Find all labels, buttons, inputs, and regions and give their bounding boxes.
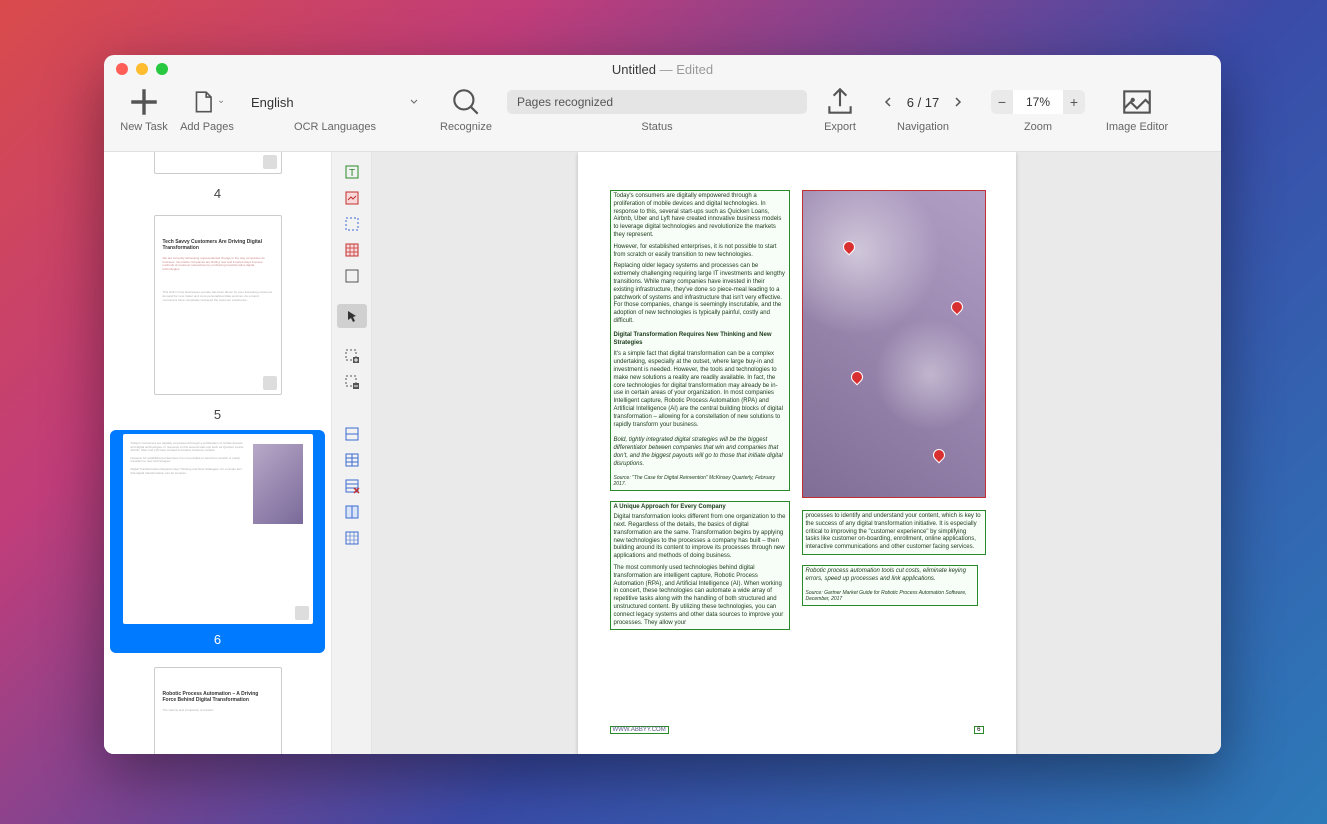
page-type-icon [263,376,277,390]
page-canvas[interactable]: Today's consumers are digitally empowere… [372,152,1221,754]
toolbar: New Task Add Pages English OCR Languages… [104,83,1221,151]
navigation-label: Navigation [897,121,949,133]
page-type-icon [295,606,309,620]
page-indicator: 6 / 17 [901,95,946,110]
text-source: Source: Gartner Market Guide for Robotic… [806,590,974,603]
table-col-tool[interactable] [337,448,367,472]
thumbnail-label: 5 [214,407,221,422]
text-area-tool[interactable]: T [337,160,367,184]
recognize-label: Recognize [440,121,492,133]
text-content: Digital transformation looks different f… [614,514,786,561]
text-content: It's a simple fact that digital transfor… [614,351,786,429]
image-editor-button[interactable] [1120,88,1154,116]
thumbnail-7[interactable]: Robotic Process Automation – A Driving F… [104,661,331,754]
status-box: Pages recognized [507,90,807,114]
export-label: Export [824,121,856,133]
map-pin-icon [933,449,945,465]
text-quote: Bold, tightly integrated digital strateg… [614,437,786,468]
status-text: Pages recognized [517,95,613,109]
status-label: Status [641,121,672,133]
app-window: Untitled — Edited New Task Add Pages Eng… [104,55,1221,754]
text-heading: A Unique Approach for Every Company [614,504,786,512]
new-task-button[interactable] [127,88,161,116]
next-page-button[interactable] [947,89,969,115]
text-content: Replacing older legacy systems and proce… [614,263,786,325]
thumbnail-5[interactable]: Tech Savvy Customers Are Driving Digital… [104,209,331,422]
page-type-icon [263,155,277,169]
text-block[interactable]: processes to identify and understand you… [802,510,986,555]
text-block[interactable]: A Unique Approach for Every Company Digi… [610,501,790,631]
text-content: The most commonly used technologies behi… [614,565,786,627]
text-block[interactable]: Today's consumers are digitally empowere… [610,190,790,491]
zoom-control: − 17% + [991,90,1085,114]
text-heading: Digital Transformation Requires New Thin… [614,332,786,348]
edited-indicator: Edited [676,62,713,77]
thumb-content-title: Tech Savvy Customers Are Driving Digital… [163,240,273,251]
thumbnail-label: 6 [202,630,233,649]
text-content: processes to identify and understand you… [806,513,982,552]
language-select[interactable]: English [245,90,425,114]
export-button[interactable] [823,88,857,116]
recognize-button[interactable] [449,88,483,116]
zoom-label: Zoom [1024,121,1052,133]
picture-area-tool[interactable] [337,186,367,210]
thumbnail-label: 4 [214,186,221,201]
text-content: Today's consumers are digitally empowere… [614,193,786,240]
picture-block[interactable] [802,190,986,498]
window-title: Untitled — Edited [104,62,1221,77]
remove-area-tool[interactable] [337,370,367,394]
prev-page-button[interactable] [877,89,899,115]
background-area-tool[interactable] [337,212,367,236]
barcode-area-tool[interactable] [337,264,367,288]
add-area-tool[interactable] [337,344,367,368]
text-content: However, for established enterprises, it… [614,244,786,260]
add-pages-label: Add Pages [180,121,234,133]
thumbnail-pane[interactable]: 4 Tech Savvy Customers Are Driving Digit… [104,152,332,754]
zoom-in-button[interactable]: + [1063,90,1085,114]
document-title: Untitled [612,62,656,77]
new-task-label: New Task [120,121,167,133]
map-pin-icon [843,241,855,257]
zoom-value[interactable]: 17% [1013,90,1063,114]
page-view: Today's consumers are digitally empowere… [578,152,1016,754]
page-number: 6 [974,726,983,734]
thumb-content-title: Robotic Process Automation – A Driving F… [163,692,273,703]
pointer-tool[interactable] [337,304,367,328]
page-url: WWW.ABBYY.COM [610,726,669,734]
app-body: 4 Tech Savvy Customers Are Driving Digit… [104,151,1221,754]
title-dash: — [660,62,673,77]
merge-cells-tool[interactable] [337,500,367,524]
map-pin-icon [851,371,863,387]
thumbnail-4[interactable]: 4 [104,152,331,201]
map-pin-icon [951,301,963,317]
table-delete-tool[interactable] [337,474,367,498]
area-tools-pane: T [332,152,372,754]
table-area-tool[interactable] [337,238,367,262]
thumbnail-6[interactable]: Today's consumers are digitally empowere… [110,430,325,653]
text-source: Source: "The Case for Digital Reinventio… [614,475,786,488]
zoom-out-button[interactable]: − [991,90,1013,114]
language-value: English [251,95,294,110]
split-cells-tool[interactable] [337,526,367,550]
text-quote: Robotic process automation tools cut cos… [806,568,974,584]
image-editor-label: Image Editor [1106,121,1168,133]
text-block[interactable]: Robotic process automation tools cut cos… [802,565,978,606]
svg-text:T: T [349,168,355,179]
table-row-tool[interactable] [337,422,367,446]
thumb-image-icon [253,444,303,524]
ocr-languages-label: OCR Languages [294,121,376,133]
add-pages-button[interactable] [190,88,224,116]
titlebar: Untitled — Edited [104,55,1221,83]
